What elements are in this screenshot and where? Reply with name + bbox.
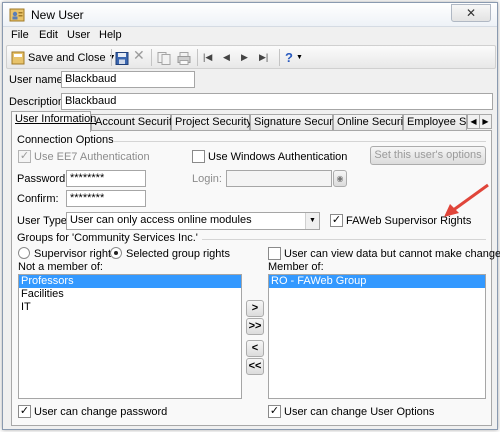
last-record-icon[interactable]: ▶| [259,49,268,66]
tab-signature-security[interactable]: Signature Security [250,114,344,131]
menu-file[interactable]: File [11,29,29,41]
not-member-list[interactable]: Professors Facilities IT [18,274,242,399]
save-and-close-label: Save and Close [28,51,106,64]
password-label: Password: [17,173,69,185]
menu-bar: File Edit User Help [3,27,497,45]
close-icon: ✕ [465,6,477,20]
confirm-password-input[interactable]: ******** [66,190,146,207]
confirm-label: Confirm: [17,193,59,205]
add-group-button[interactable]: > [246,300,264,317]
supervisor-rights-radio[interactable] [18,247,30,259]
remove-all-groups-button[interactable]: << [246,358,264,375]
selected-group-rights-radio[interactable] [110,247,122,259]
toolbar-separator [197,49,198,66]
close-button[interactable]: ✕ [451,4,491,22]
first-record-icon[interactable]: |◀ [203,49,212,66]
tab-user-information[interactable]: User Information [11,111,96,132]
login-label: Login: [192,173,222,185]
menu-edit[interactable]: Edit [39,29,58,41]
user-type-select[interactable]: User can only access online modules ▼ [66,212,320,230]
toolbar: Save and Close ▼ ✕ |◀ ◀ ▶ ▶| ? ▼ [6,45,496,69]
lookup-icon: ◉ [336,174,344,183]
menu-help[interactable]: Help [99,29,122,41]
user-information-panel: Connection Options ✓ Use EE7 Authenticat… [11,130,500,426]
change-password-label: User can change password [34,406,168,418]
list-item[interactable]: Facilities [19,288,241,301]
dropdown-arrow-icon: ▼ [295,54,303,61]
list-item[interactable]: Professors [19,275,241,288]
menu-user[interactable]: User [67,29,90,41]
user-type-label: User Type: [17,215,70,227]
selected-group-rights-label: Selected group rights [126,248,230,260]
group-divider [202,239,486,240]
groups-heading: Groups for 'Community Services Inc.' [17,232,198,244]
toolbar-separator [151,49,152,66]
save-close-icon [11,51,25,64]
change-password-checkbox[interactable]: ✓ [18,405,31,418]
tab-scroll-right-button[interactable]: ▶ [479,114,492,129]
use-ee7-checkbox[interactable]: ✓ [18,150,31,163]
login-lookup-button[interactable]: ◉ [333,170,347,187]
annotation-arrow-icon [444,183,489,217]
password-input[interactable]: ******** [66,170,146,187]
chevron-left-icon: ◀ [470,117,477,126]
delete-icon[interactable]: ✕ [133,47,145,64]
print-icon[interactable] [177,50,191,67]
chevron-right-icon: ▶ [482,117,489,126]
tab-project-security[interactable]: Project Security [171,114,252,131]
description-label: Description: [9,96,68,108]
new-user-window: New User ✕ File Edit User Help Save and … [2,2,500,430]
view-only-label: User can view data but cannot make chang… [284,248,500,260]
view-only-checkbox[interactable] [268,247,281,260]
faweb-supervisor-checkbox[interactable]: ✓ [330,214,343,227]
connection-options-heading: Connection Options [17,134,114,146]
use-ee7-label: Use EE7 Authentication [34,151,150,163]
use-windows-auth-label: Use Windows Authentication [208,151,348,163]
user-type-value: User can only access online modules [70,214,252,226]
title-bar: New User ✕ [3,3,497,27]
group-divider [114,141,486,142]
use-windows-auth-checkbox[interactable] [192,150,205,163]
member-list[interactable]: RO - FAWeb Group [268,274,486,399]
list-item[interactable]: RO - FAWeb Group [269,275,485,288]
user-name-input[interactable]: Blackbaud [61,71,195,88]
supervisor-rights-label: Supervisor rights [34,248,117,260]
change-user-options-checkbox[interactable]: ✓ [268,405,281,418]
change-user-options-label: User can change User Options [284,406,435,418]
tab-employee-security[interactable]: Employee Securi [403,114,467,131]
help-button[interactable]: ? ▼ [285,49,303,66]
tab-account-security[interactable]: Account Security [91,114,178,131]
window-title: New User [31,8,84,22]
chevron-down-icon: ▼ [305,213,319,229]
set-user-options-button[interactable]: Set this user's options [370,146,486,165]
tab-strip: User Information Account Security Projec… [11,111,492,132]
tab-online-security[interactable]: Online Security [333,114,412,131]
user-name-label: User name: [9,74,66,86]
toolbar-separator [111,49,112,66]
save-and-close-button[interactable]: Save and Close ▼ [11,49,116,66]
login-input[interactable] [226,170,332,187]
help-icon: ? [285,50,293,65]
toolbar-separator [279,49,280,66]
next-record-icon[interactable]: ▶ [241,49,248,66]
remove-group-button[interactable]: < [246,340,264,357]
add-all-groups-button[interactable]: >> [246,318,264,335]
description-input[interactable]: Blackbaud [61,93,493,110]
save-icon[interactable] [115,50,129,67]
user-icon [9,8,25,22]
list-item[interactable]: IT [19,301,241,314]
not-member-label: Not a member of: [18,261,103,273]
member-label: Member of: [268,261,324,273]
copy-icon[interactable] [157,50,171,67]
previous-record-icon[interactable]: ◀ [223,49,230,66]
